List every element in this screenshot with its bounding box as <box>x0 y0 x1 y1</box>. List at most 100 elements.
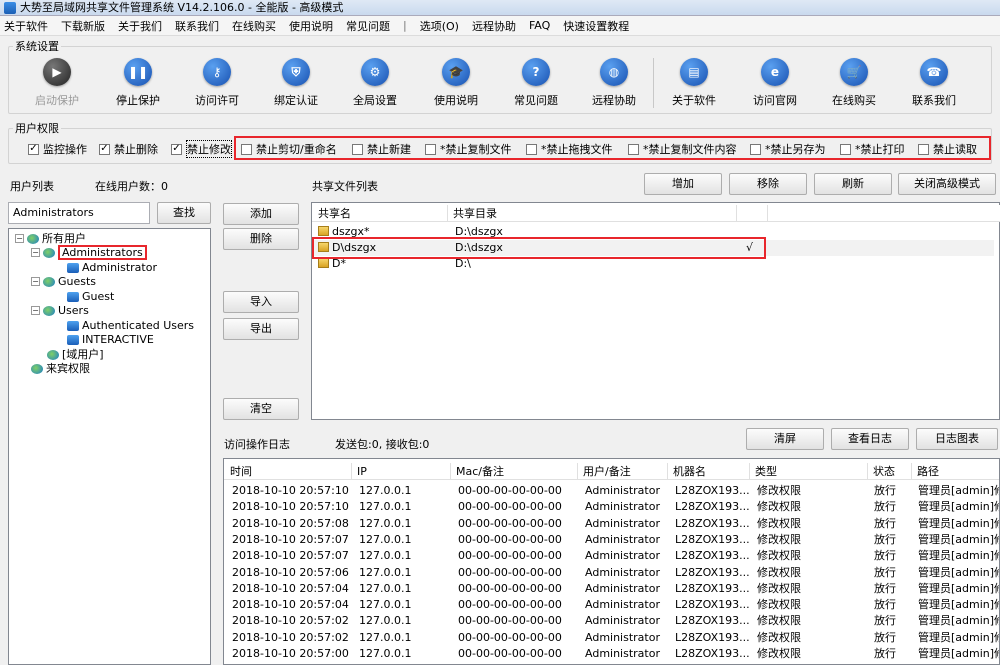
menu-download-new[interactable]: 下载新版 <box>61 18 105 34</box>
log-path: 管理员[admin]修改 <box>918 598 999 612</box>
remove-share-button[interactable]: 移除 <box>729 173 807 195</box>
log-row[interactable]: 2018-10-10 20:57:06 127.0.0.1 00-00-00-00-… <box>224 565 999 581</box>
add-share-button[interactable]: 增加 <box>644 173 722 195</box>
log-path: 管理员[admin]修改 <box>918 581 999 595</box>
collapse-icon[interactable]: − <box>31 306 40 315</box>
checkbox-box[interactable]: ✓ <box>171 143 182 155</box>
log-status: 放行 <box>874 581 896 595</box>
usage-guide-button[interactable]: 🎓 使用说明 <box>417 58 495 108</box>
log-row[interactable]: 2018-10-10 20:57:04 127.0.0.1 00-00-00-00-… <box>224 597 999 613</box>
col-share-name[interactable]: 共享名 <box>314 205 448 222</box>
log-chart-button[interactable]: 日志图表 <box>916 428 998 450</box>
deny-delete-checkbox[interactable]: ✓ 禁止删除 <box>99 142 158 156</box>
col-path[interactable]: 路径 <box>913 463 999 480</box>
tree-label: Guest <box>82 290 115 303</box>
tree-node-guest[interactable]: Guest <box>67 289 114 304</box>
collapse-icon[interactable]: − <box>31 248 40 257</box>
menu-faq[interactable]: FAQ <box>529 19 550 32</box>
checkbox-box[interactable]: ✓ <box>28 143 39 155</box>
col-status[interactable]: 状态 <box>869 463 912 480</box>
user-icon <box>67 291 79 302</box>
log-time: 2018-10-10 20:57:10 <box>232 500 349 514</box>
log-row[interactable]: 2018-10-10 20:57:04 127.0.0.1 00-00-00-00-… <box>224 581 999 597</box>
menu-faq-cn[interactable]: 常见问题 <box>346 18 390 34</box>
tree-node-administrator[interactable]: Administrator <box>67 260 157 275</box>
col-ip[interactable]: IP <box>353 463 451 480</box>
clear-button[interactable]: 清空 <box>223 398 299 420</box>
menu-usage-guide[interactable]: 使用说明 <box>289 18 333 34</box>
log-path: 管理员[admin]修改 <box>918 614 999 628</box>
log-row[interactable]: 2018-10-10 20:57:02 127.0.0.1 00-00-00-00-… <box>224 630 999 646</box>
log-row[interactable]: 2018-10-10 20:57:07 127.0.0.1 00-00-00-00-… <box>224 532 999 548</box>
col-mac[interactable]: Mac/备注 <box>452 463 578 480</box>
log-machine: L28ZOX193... <box>675 598 750 612</box>
log-type: 修改权限 <box>757 630 801 644</box>
tree-label: Users <box>58 304 89 317</box>
tree-node-users[interactable]: − Users <box>31 303 89 318</box>
log-row[interactable]: 2018-10-10 20:57:00 127.0.0.1 00-00-00-00-… <box>224 646 999 662</box>
menu-contact-us[interactable]: 联系我们 <box>175 18 219 34</box>
visit-website-button[interactable]: e 访问官网 <box>736 58 814 108</box>
clear-screen-button[interactable]: 清屏 <box>746 428 824 450</box>
question-icon: ? <box>522 58 550 86</box>
import-button[interactable]: 导入 <box>223 291 299 313</box>
col-share-dir[interactable]: 共享目录 <box>449 205 737 222</box>
tree-node-all-users[interactable]: − 所有用户 <box>15 231 86 246</box>
monitor-operations-checkbox[interactable]: ✓ 监控操作 <box>28 142 87 156</box>
log-machine: L28ZOX193... <box>675 500 750 514</box>
checkbox-box[interactable]: ✓ <box>99 143 110 155</box>
menu-remote-assist[interactable]: 远程协助 <box>472 18 516 34</box>
faq-button[interactable]: ? 常见问题 <box>497 58 575 108</box>
log-machine: L28ZOX193... <box>675 647 750 660</box>
access-log-grid: 时间 IP Mac/备注 用户/备注 机器名 类型 状态 路径 2018-10-… <box>223 458 1000 665</box>
col-time[interactable]: 时间 <box>226 463 352 480</box>
delete-user-button[interactable]: 删除 <box>223 228 299 250</box>
add-user-button[interactable]: 添加 <box>223 203 299 225</box>
find-button[interactable]: 查找 <box>157 202 211 224</box>
access-permit-button[interactable]: ⚷ 访问许可 <box>178 58 256 108</box>
buy-online-button[interactable]: 🛒 在线购买 <box>815 58 893 108</box>
deny-modify-checkbox[interactable]: ✓ 禁止修改 <box>171 140 232 158</box>
log-row[interactable]: 2018-10-10 20:57:08 127.0.0.1 00-00-00-00-… <box>224 516 999 532</box>
about-software-button[interactable]: ▤ 关于软件 <box>655 58 733 108</box>
log-user: Administrator <box>585 598 660 612</box>
log-row[interactable]: 2018-10-10 20:57:07 127.0.0.1 00-00-00-00-… <box>224 548 999 564</box>
menu-about-software[interactable]: 关于软件 <box>4 18 48 34</box>
contact-us-button[interactable]: ☎ 联系我们 <box>895 58 973 108</box>
contact-us-label: 联系我们 <box>912 94 956 107</box>
tree-node-domain-users[interactable]: [域用户] <box>47 347 104 362</box>
col-user[interactable]: 用户/备注 <box>579 463 668 480</box>
tree-node-interactive[interactable]: INTERACTIVE <box>67 332 154 347</box>
refresh-button[interactable]: 刷新 <box>814 173 892 195</box>
user-search-input[interactable]: Administrators <box>8 202 150 224</box>
view-log-button[interactable]: 查看日志 <box>831 428 909 450</box>
collapse-icon[interactable]: − <box>15 234 24 243</box>
log-row[interactable]: 2018-10-10 20:57:02 127.0.0.1 00-00-00-00-… <box>224 613 999 629</box>
log-row[interactable]: 2018-10-10 20:57:10 127.0.0.1 00-00-00-00-… <box>224 499 999 515</box>
log-row[interactable]: 2018-10-10 20:57:10 127.0.0.1 00-00-00-00-… <box>224 483 999 499</box>
log-path: 管理员[admin]修改 <box>918 565 999 579</box>
tree-node-guests[interactable]: − Guests <box>31 274 96 289</box>
remote-assist-button[interactable]: ◍ 远程协助 <box>575 58 653 108</box>
log-machine: L28ZOX193... <box>675 484 750 497</box>
stop-protection-button[interactable]: ❚❚ 停止保护 <box>99 58 177 108</box>
col-machine[interactable]: 机器名 <box>669 463 750 480</box>
tree-node-guest-permissions[interactable]: 来宾权限 <box>31 361 90 376</box>
export-button[interactable]: 导出 <box>223 318 299 340</box>
log-status: 放行 <box>874 630 896 644</box>
collapse-icon[interactable]: − <box>31 277 40 286</box>
menu-about-us[interactable]: 关于我们 <box>118 18 162 34</box>
menu-buy-online[interactable]: 在线购买 <box>232 18 276 34</box>
stop-protection-label: 停止保护 <box>116 94 160 107</box>
menu-options[interactable]: 选项(O) <box>420 18 459 34</box>
global-settings-button[interactable]: ⚙ 全局设置 <box>336 58 414 108</box>
start-protection-button[interactable]: ▶ 启动保护 <box>18 58 96 108</box>
user-icon <box>67 262 79 273</box>
log-type: 修改权限 <box>757 532 801 546</box>
close-advanced-mode-button[interactable]: 关闭高级模式 <box>898 173 996 195</box>
bind-auth-button[interactable]: ⛨ 绑定认证 <box>257 58 335 108</box>
menu-quick-setup[interactable]: 快速设置教程 <box>563 18 629 34</box>
tree-node-administrators[interactable]: − Administrators <box>31 245 147 260</box>
tree-node-authenticated-users[interactable]: Authenticated Users <box>67 318 194 333</box>
col-type[interactable]: 类型 <box>751 463 868 480</box>
